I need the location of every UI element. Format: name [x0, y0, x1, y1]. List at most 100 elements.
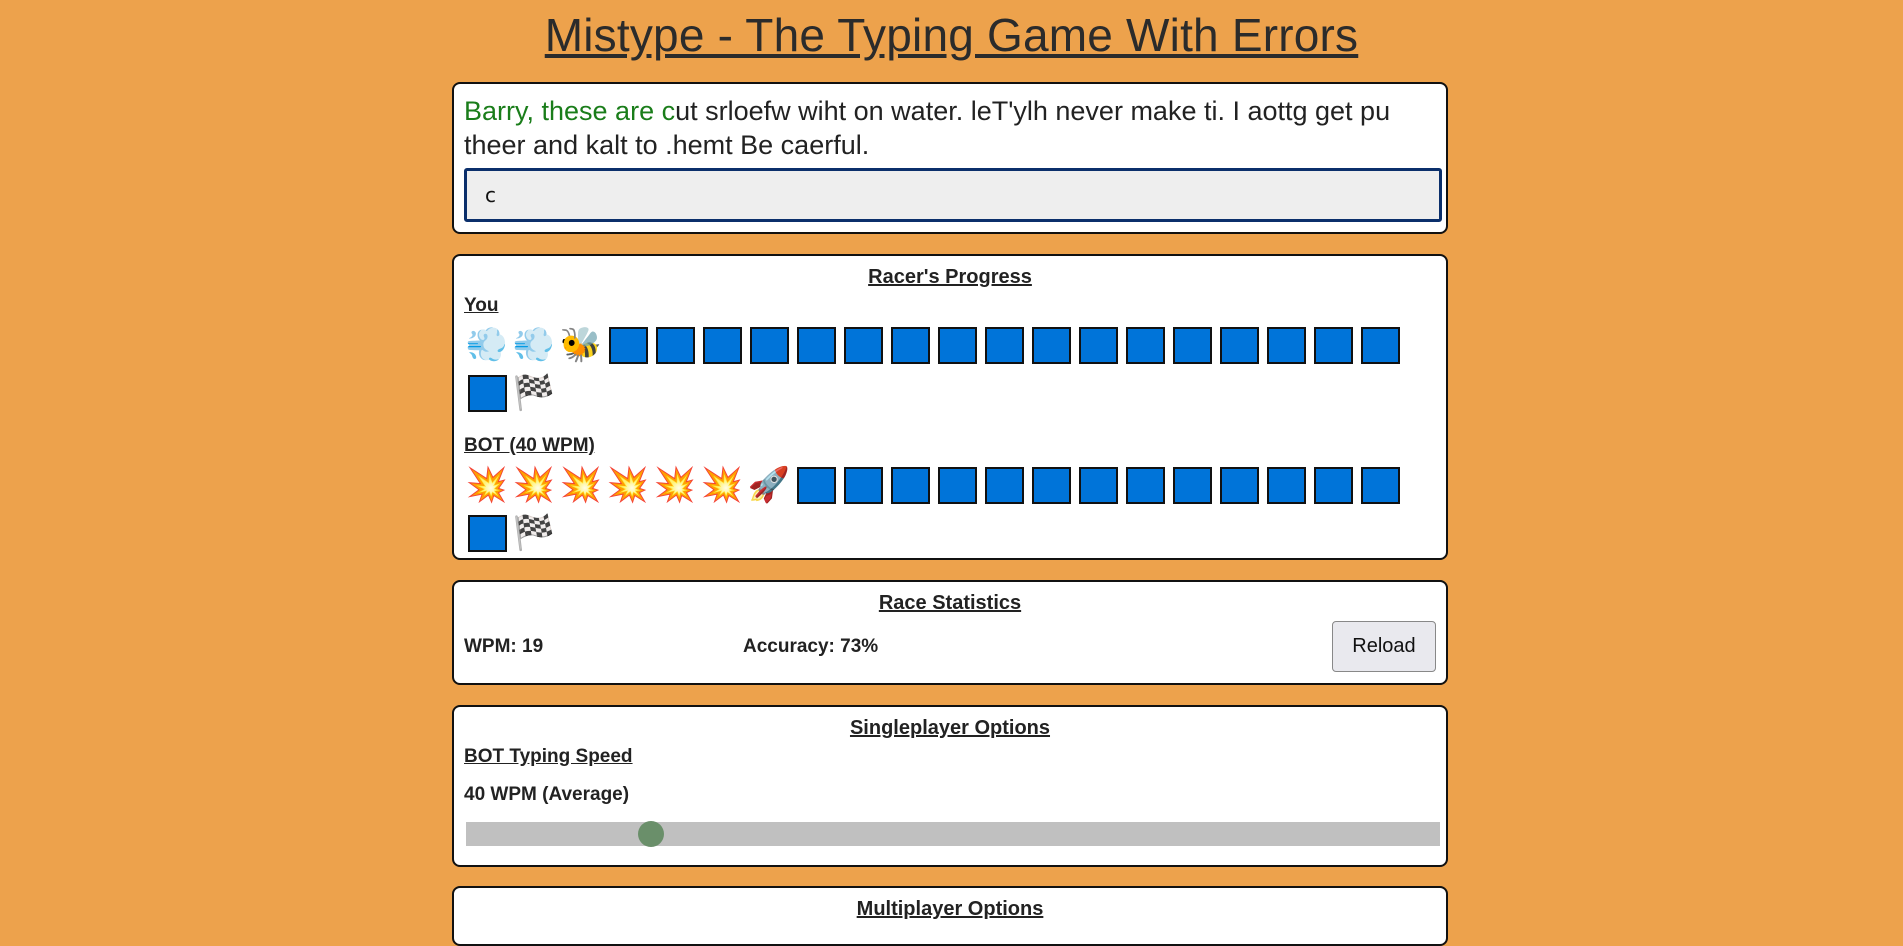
track-square [843, 326, 883, 364]
checkered-flag-icon: 🏁 [511, 370, 557, 416]
slider-thumb[interactable] [638, 821, 665, 847]
track-square [1360, 466, 1400, 504]
track-square [1263, 322, 1309, 368]
track-square [1122, 462, 1168, 508]
collision-icon: 💥 [653, 466, 697, 504]
accuracy-stat: Accuracy: 73% [743, 635, 879, 657]
track-square [887, 462, 933, 508]
track-square [796, 466, 836, 504]
wind-puff-icon: 💨 [512, 326, 556, 364]
collision-icon: 💥 [605, 462, 651, 508]
collision-icon: 💥 [559, 466, 603, 504]
multiplayer-panel: Multiplayer Options [452, 886, 1448, 946]
track-square [1028, 462, 1074, 508]
track-square [1031, 466, 1071, 504]
typing-input[interactable] [464, 168, 1442, 222]
collision-icon: 💥 [512, 466, 556, 504]
bee-icon: 🐝 [558, 322, 604, 368]
track-square [702, 326, 742, 364]
track-square [1075, 322, 1121, 368]
passage-typed: Barry, these are c [464, 96, 676, 126]
reload-button[interactable]: Reload [1332, 621, 1436, 672]
wind-puff-icon: 💨 [511, 322, 557, 368]
bot-speed-slider[interactable] [466, 821, 1440, 847]
collision-icon: 💥 [558, 462, 604, 508]
track-square [464, 510, 510, 556]
track-square [749, 326, 789, 364]
stats-panel: Race Statistics WPM: 19 Accuracy: 73% Re… [452, 580, 1448, 685]
bot-track: 💥 💥 💥 💥 💥 💥 🚀 🏁 [464, 461, 1436, 557]
track-square [984, 466, 1024, 504]
singleplayer-title: Singleplayer Options [849, 717, 1051, 739]
collision-icon: 💥 [700, 466, 744, 504]
wind-puff-icon: 💨 [464, 322, 510, 368]
rocket-icon: 🚀 [747, 466, 791, 504]
track-square [467, 514, 507, 552]
track-square [1125, 466, 1165, 504]
track-square [1266, 326, 1306, 364]
checkered-flag-icon: 🏁 [512, 514, 556, 552]
track-square [1078, 466, 1118, 504]
track-square [890, 326, 930, 364]
track-square [655, 326, 695, 364]
track-square [1125, 326, 1165, 364]
track-square [464, 370, 510, 416]
track-square [1031, 326, 1071, 364]
track-square [1357, 322, 1403, 368]
track-square [1172, 326, 1212, 364]
track-square [608, 326, 648, 364]
track-square [796, 326, 836, 364]
passage-text: Barry, these are cut srloefw wiht on wat… [464, 94, 1436, 162]
rocket-icon: 🚀 [746, 462, 792, 508]
track-square [1357, 462, 1403, 508]
track-square [1172, 466, 1212, 504]
bot-speed-label: BOT Typing Speed [464, 746, 633, 767]
progress-title: Racer's Progress [868, 266, 1032, 288]
track-square [1219, 326, 1259, 364]
track-square [1075, 462, 1121, 508]
track-square [1360, 326, 1400, 364]
collision-icon: 💥 [465, 466, 509, 504]
track-square [1266, 466, 1306, 504]
singleplayer-panel: Singleplayer Options BOT Typing Speed 40… [452, 705, 1448, 867]
track-square [1028, 322, 1074, 368]
track-square [1310, 322, 1356, 368]
track-square [793, 322, 839, 368]
track-square [843, 466, 883, 504]
track-square [981, 322, 1027, 368]
track-square [1313, 326, 1353, 364]
track-square [699, 322, 745, 368]
track-square [984, 326, 1024, 364]
collision-icon: 💥 [511, 462, 557, 508]
collision-icon: 💥 [606, 466, 650, 504]
you-label: You [464, 295, 499, 316]
track-square [793, 462, 839, 508]
track-square [605, 322, 651, 368]
bee-icon: 🐝 [559, 326, 603, 364]
track-square [981, 462, 1027, 508]
track-square [934, 462, 980, 508]
stats-title: Race Statistics [878, 592, 1022, 614]
track-square [1169, 322, 1215, 368]
track-square [840, 322, 886, 368]
track-square [1313, 466, 1353, 504]
track-square [467, 374, 507, 412]
collision-icon: 💥 [699, 462, 745, 508]
track-square [937, 466, 977, 504]
track-square [887, 322, 933, 368]
track-square [840, 462, 886, 508]
track-square [1219, 466, 1259, 504]
checkered-flag-icon: 🏁 [512, 374, 556, 412]
wind-puff-icon: 💨 [465, 326, 509, 364]
track-square [1216, 462, 1262, 508]
you-track: 💨 💨 🐝 🏁 [464, 321, 1436, 417]
track-square [890, 466, 930, 504]
wpm-stat: WPM: 19 [464, 635, 544, 657]
track-square [652, 322, 698, 368]
track-square [1216, 322, 1262, 368]
multiplayer-title: Multiplayer Options [856, 898, 1044, 920]
collision-icon: 💥 [652, 462, 698, 508]
page-title: Mistype - The Typing Game With Errors [544, 9, 1359, 61]
track-square [1310, 462, 1356, 508]
track-square [1263, 462, 1309, 508]
